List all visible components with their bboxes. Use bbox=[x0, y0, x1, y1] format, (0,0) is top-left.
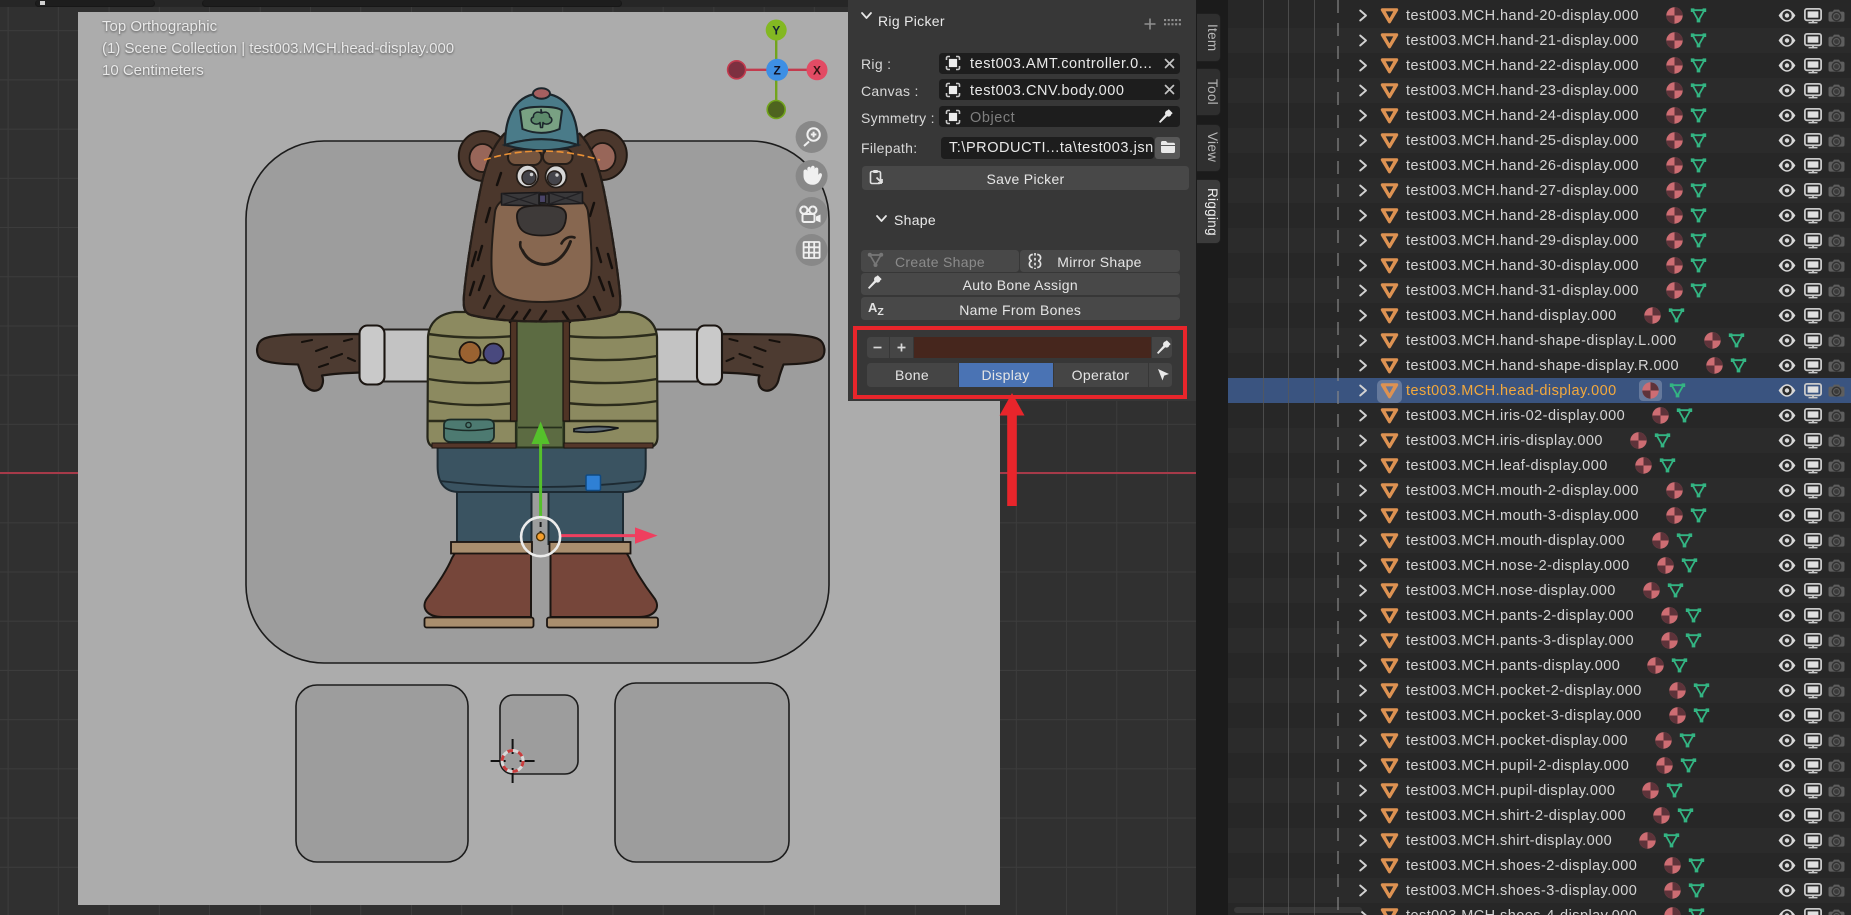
svg-text:Z: Z bbox=[774, 63, 781, 77]
svg-text:Y: Y bbox=[772, 24, 780, 38]
svg-text:X: X bbox=[813, 63, 821, 77]
